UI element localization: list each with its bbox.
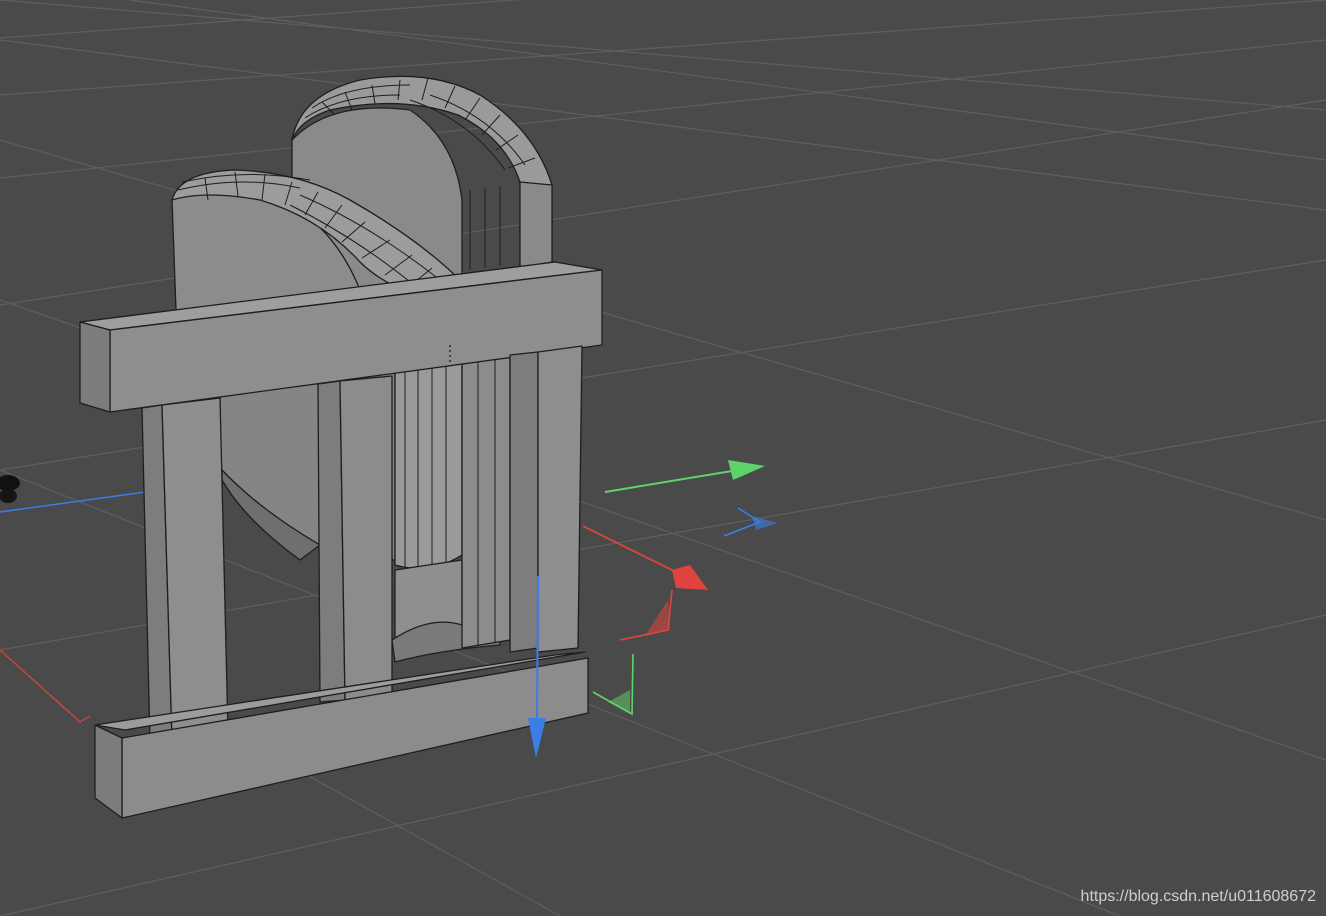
watermark-text: https://blog.csdn.net/u011608672 — [1080, 888, 1316, 905]
viewport-canvas[interactable] — [0, 0, 1326, 916]
3d-viewport[interactable]: https://blog.csdn.net/u011608672 — [0, 0, 1326, 916]
